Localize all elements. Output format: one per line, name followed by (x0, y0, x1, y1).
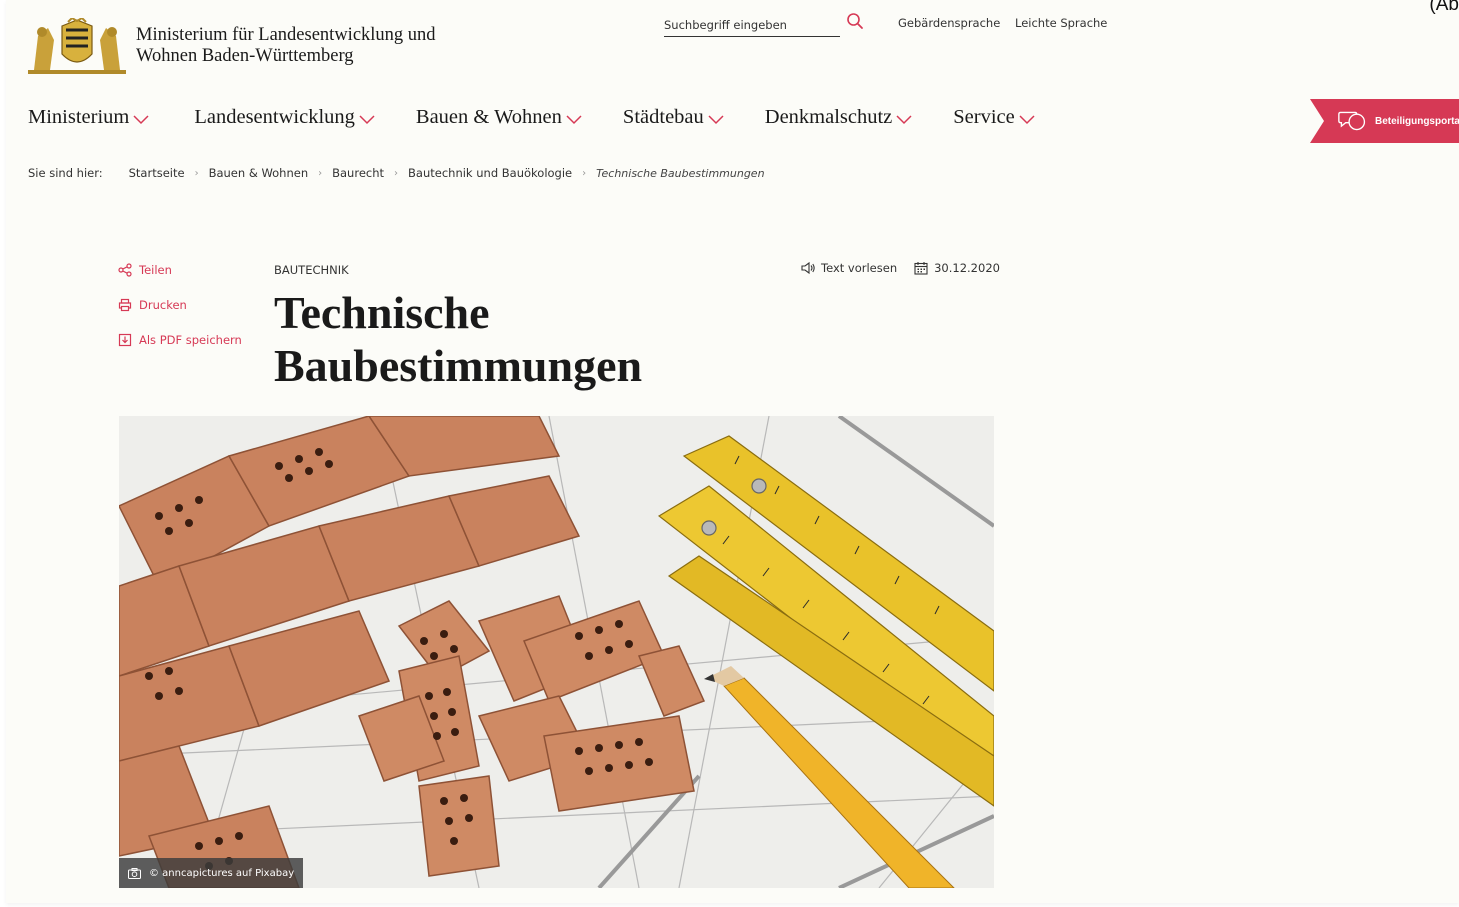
publish-date-value: 30.12.2020 (934, 261, 1000, 275)
nav-item-denkmalschutz[interactable]: Denkmalschutz (765, 106, 914, 129)
main-nav: Ministerium Landesentwicklung Bauen & Wo… (28, 106, 1036, 129)
ministry-name-line1: Ministerium für Landesentwicklung und (136, 25, 436, 45)
share-button[interactable]: Teilen (118, 262, 242, 278)
publish-date: 30.12.2020 (913, 261, 1000, 275)
sign-language-link[interactable]: Gebärdensprache (898, 16, 1000, 30)
nav-item-label: Denkmalschutz (764, 106, 893, 128)
chevron-down-icon (708, 115, 724, 125)
nav-item-service[interactable]: Service (953, 106, 1035, 129)
chevron-right-icon: › (194, 167, 199, 179)
printer-icon (118, 298, 132, 312)
breadcrumb-prefix: Sie sind hier: (28, 166, 103, 180)
article-meta: Text vorlesen 30.12.2020 (800, 261, 1000, 275)
breadcrumb-current: Technische Baubestimmungen (596, 166, 765, 180)
nav-item-ministerium[interactable]: Ministerium (28, 106, 150, 129)
save-pdf-label: Als PDF speichern (139, 333, 242, 347)
easy-language-link[interactable]: Leichte Sprache (1015, 16, 1107, 30)
article-kicker: BAUTECHNIK (274, 263, 349, 277)
page-title: Technische Baubestimmungen (274, 286, 834, 392)
image-credit: © anncapictures auf Pixabay (119, 858, 304, 888)
chevron-down-icon (133, 115, 149, 125)
search-field (664, 12, 840, 37)
chevron-right-icon: › (318, 167, 323, 179)
chevron-down-icon (896, 115, 912, 125)
nav-item-label: Landesentwicklung (194, 106, 355, 128)
speech-bubbles-icon (1338, 111, 1366, 131)
save-pdf-button[interactable]: Als PDF speichern (118, 332, 242, 348)
chevron-right-icon: › (394, 167, 399, 179)
calendar-icon (914, 262, 928, 275)
corner-text: (Ab (1429, 0, 1459, 15)
print-label: Drucken (139, 298, 187, 312)
ministry-name-line2: Wohnen Baden-Württemberg (136, 46, 354, 66)
bricks-and-ruler-illustration (119, 416, 994, 888)
image-credit-text: © anncapictures auf Pixabay (149, 867, 295, 879)
nav-item-label: Ministerium (28, 106, 130, 128)
participation-portal-button[interactable]: Beteiligungsporta (1310, 99, 1459, 143)
nav-item-label: Städtebau (622, 106, 704, 128)
chevron-down-icon (566, 115, 582, 125)
title-line2: Baubestimmungen (274, 340, 643, 391)
nav-item-landesentwicklung[interactable]: Landesentwicklung (194, 106, 376, 129)
site-logo[interactable]: Ministerium für Landesentwicklung und Wo… (28, 18, 436, 74)
share-icon (118, 263, 132, 277)
nav-item-bauen-wohnen[interactable]: Bauen & Wohnen (416, 106, 583, 129)
participation-portal-label: Beteiligungsporta (1374, 115, 1459, 127)
title-line1: Technische (274, 287, 490, 338)
download-icon (118, 333, 132, 347)
ministry-name: Ministerium für Landesentwicklung und Wo… (136, 25, 436, 67)
breadcrumb-link-baurecht[interactable]: Baurecht (332, 166, 384, 180)
print-button[interactable]: Drucken (118, 297, 242, 313)
speaker-icon[interactable] (800, 261, 816, 275)
search-input[interactable] (664, 12, 840, 36)
nav-item-label: Bauen & Wohnen (415, 106, 562, 128)
coat-of-arms-icon (28, 18, 126, 74)
nav-item-staedtebau[interactable]: Städtebau (623, 106, 725, 129)
breadcrumb: Sie sind hier: Startseite › Bauen & Wohn… (28, 166, 765, 180)
chevron-right-icon: › (582, 167, 587, 179)
page: Ministerium für Landesentwicklung und Wo… (6, 0, 1459, 903)
nav-item-label: Service (953, 106, 1015, 128)
chevron-down-icon (359, 115, 375, 125)
share-label: Teilen (139, 263, 172, 277)
search-icon[interactable] (846, 12, 864, 30)
read-aloud-button[interactable]: Text vorlesen (821, 261, 897, 275)
breadcrumb-link-bauen-wohnen[interactable]: Bauen & Wohnen (209, 166, 309, 180)
chevron-down-icon (1019, 115, 1035, 125)
breadcrumb-link-bautechnik[interactable]: Bautechnik und Bauökologie (408, 166, 572, 180)
hero-image: © anncapictures auf Pixabay (119, 416, 994, 888)
article-actions: Teilen Drucken Als PDF speichern (118, 262, 242, 367)
camera-icon (128, 867, 141, 879)
breadcrumb-link-startseite[interactable]: Startseite (129, 166, 185, 180)
